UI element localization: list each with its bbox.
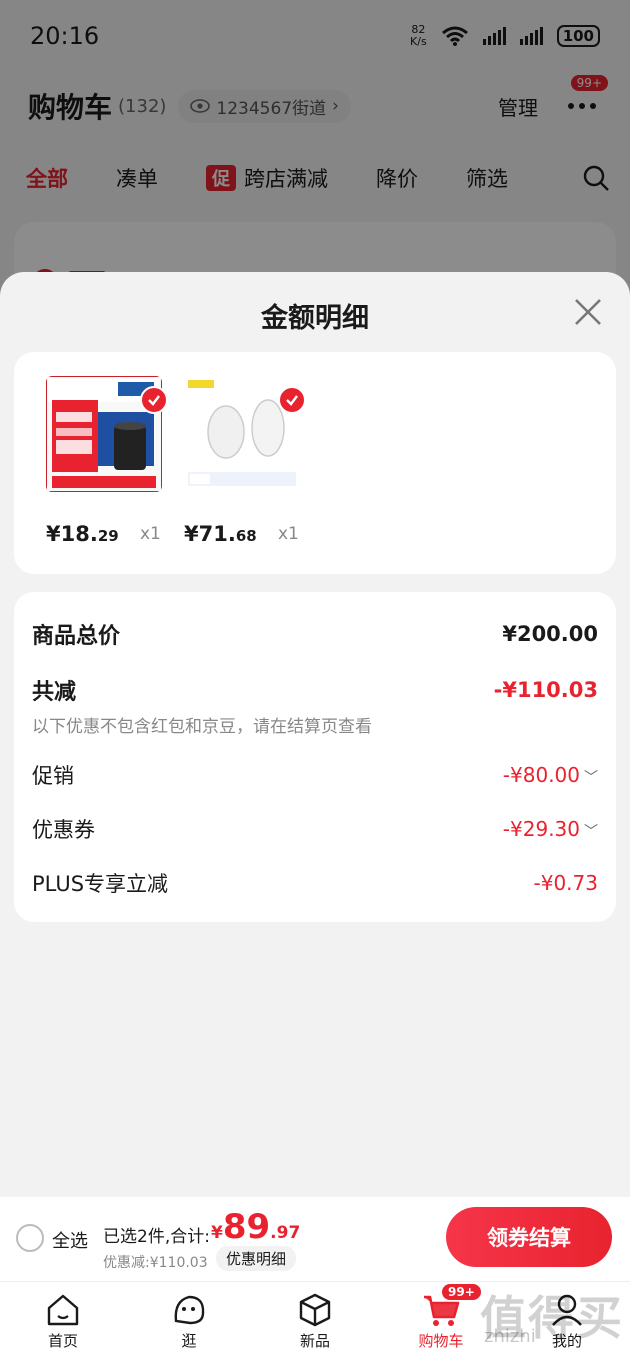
product-quantity: x1 <box>278 524 299 544</box>
promotion-row[interactable]: 促销 -¥80.00 ﹀ <box>32 760 598 790</box>
checkout-bar: 全选 已选2件,合计: ¥89.97 优惠减:¥110.03 优惠明细 领券结算 <box>0 1197 630 1281</box>
coupon-value: -¥29.30 <box>502 817 580 841</box>
plus-discount-value: -¥0.73 <box>533 871 598 895</box>
product-price: ¥18.29 <box>46 522 119 546</box>
product-total-value: ¥200.00 <box>502 622 598 646</box>
home-icon <box>43 1290 83 1330</box>
product-total-row: 商品总价 ¥200.00 <box>32 622 598 649</box>
close-icon[interactable] <box>570 294 606 330</box>
chevron-down-icon: ﹀ <box>584 770 598 786</box>
watermark-subtext: zhizhi <box>484 1326 536 1347</box>
selected-summary: 已选2件,合计: <box>103 1227 210 1247</box>
cart-badge: 99+ <box>442 1284 481 1300</box>
nav-new[interactable]: 新品 <box>252 1282 378 1360</box>
products-card: ¥18.29 x1 ¥71.68 x1 <box>14 352 616 574</box>
amount-detail-sheet: 金额明细 ¥18.29 x1 ¥71.68 x1 商品总价 ¥200.00 共减… <box>0 272 630 1197</box>
total-discount-value: -¥110.03 <box>493 678 598 702</box>
nav-explore[interactable]: 逛 <box>126 1282 252 1360</box>
select-all-checkbox[interactable] <box>16 1224 44 1252</box>
box-icon <box>295 1290 335 1330</box>
explore-icon <box>169 1290 209 1330</box>
total-discount-row: 共减 -¥110.03 <box>32 678 598 705</box>
promotion-value: -¥80.00 <box>502 763 580 787</box>
discount-note: 以下优惠不包含红包和京豆，请在结算页查看 <box>32 717 372 737</box>
product-item[interactable] <box>46 376 168 496</box>
select-all-label[interactable]: 全选 <box>52 1227 88 1253</box>
product-quantity: x1 <box>140 524 161 544</box>
check-icon <box>278 386 306 414</box>
check-icon <box>140 386 168 414</box>
discount-detail-button[interactable]: 优惠明细 <box>216 1246 297 1271</box>
chevron-down-icon: ﹀ <box>584 824 598 840</box>
product-price: ¥71.68 <box>184 522 257 546</box>
plus-discount-row: PLUS专享立减 -¥0.73 <box>32 871 598 896</box>
checkout-button[interactable]: 领券结算 <box>446 1207 612 1267</box>
product-item[interactable] <box>184 376 306 496</box>
price-breakdown-card: 商品总价 ¥200.00 共减 -¥110.03 以下优惠不包含红包和京豆，请在… <box>14 592 616 922</box>
discount-summary: 优惠减:¥110.03 <box>103 1255 208 1271</box>
total-amount: ¥89.97 <box>211 1207 301 1247</box>
coupon-row[interactable]: 优惠券 -¥29.30 ﹀ <box>32 814 598 844</box>
sheet-title: 金额明细 <box>261 303 369 334</box>
nav-home[interactable]: 首页 <box>0 1282 126 1360</box>
